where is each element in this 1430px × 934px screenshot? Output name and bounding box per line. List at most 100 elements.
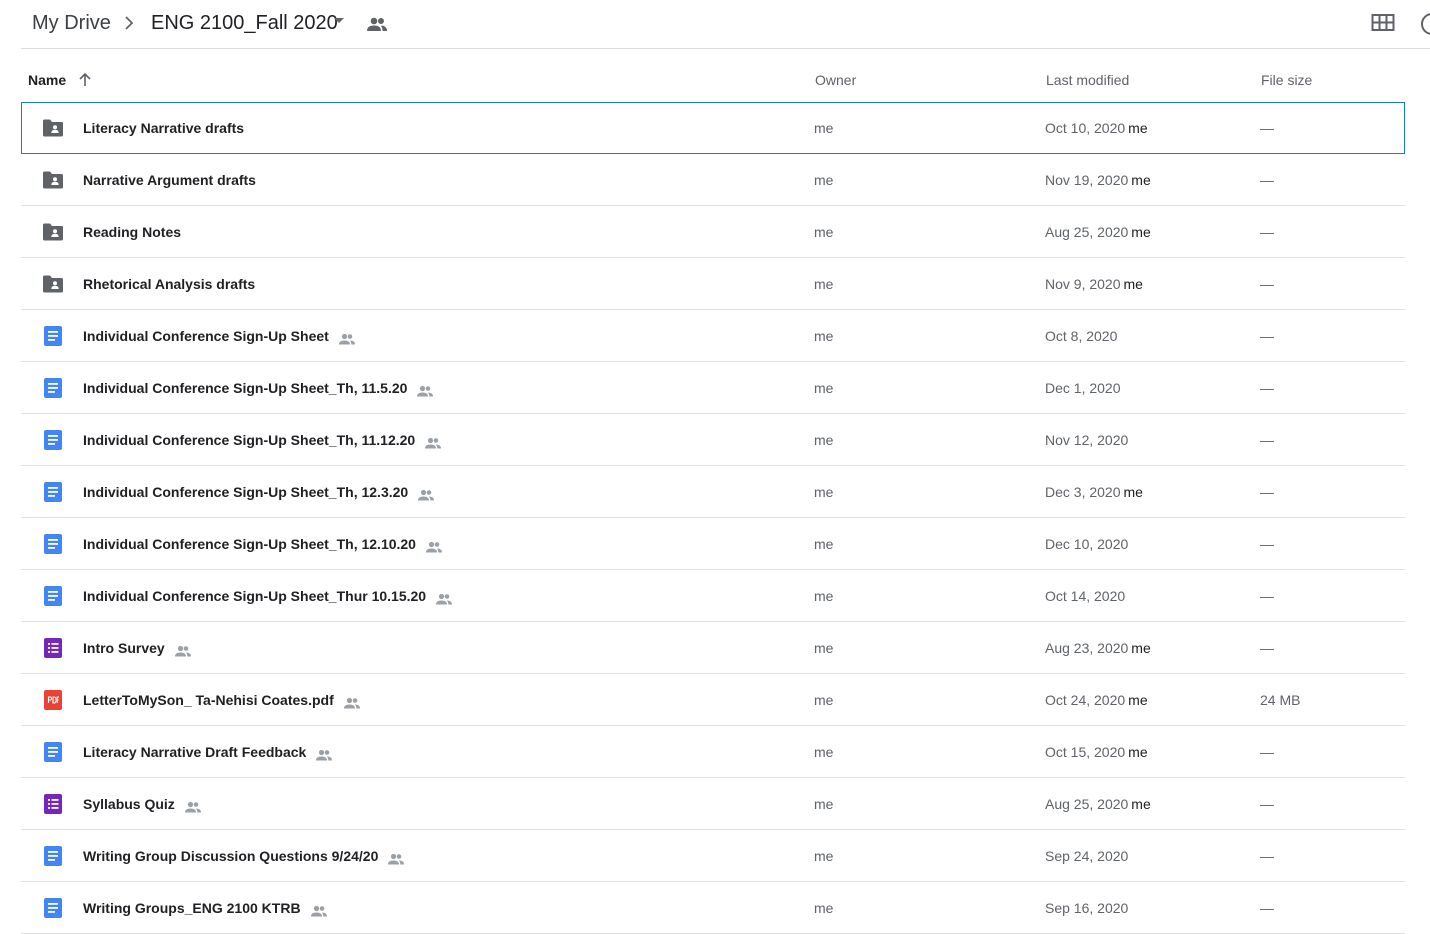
file-name: Narrative Argument drafts — [83, 171, 256, 189]
google-doc-icon — [41, 377, 65, 399]
modified-by: me — [1131, 640, 1151, 656]
file-last-modified: Nov 19, 2020 me — [1045, 171, 1151, 189]
file-row[interactable]: Individual Conference Sign-Up Sheet_Th, … — [21, 414, 1405, 466]
shared-people-icon — [417, 487, 435, 501]
file-owner: me — [814, 120, 834, 136]
file-size: — — [1260, 588, 1274, 604]
shared-people-icon — [425, 539, 443, 553]
file-owner: me — [814, 224, 834, 240]
google-doc-icon — [41, 533, 65, 555]
modified-date: Sep 24, 2020 — [1045, 848, 1129, 864]
info-icon[interactable] — [1420, 12, 1430, 36]
file-name-text: Individual Conference Sign-Up Sheet_Th, … — [83, 432, 416, 448]
modified-by: me — [1128, 120, 1148, 136]
shared-people-icon — [416, 383, 434, 397]
shared-people-icon — [184, 799, 202, 813]
file-name: Individual Conference Sign-Up Sheet_Th, … — [83, 431, 442, 449]
file-row[interactable]: Syllabus Quiz me Aug 25, 2020 me — — [21, 778, 1405, 830]
file-row[interactable]: Individual Conference Sign-Up Sheet_Th, … — [21, 362, 1405, 414]
modified-date: Oct 15, 2020 — [1045, 744, 1126, 760]
file-owner: me — [814, 796, 834, 812]
file-name-text: Individual Conference Sign-Up Sheet_Th, … — [83, 536, 416, 552]
modified-by: me — [1131, 796, 1151, 812]
file-name: Individual Conference Sign-Up Sheet_Th, … — [83, 379, 434, 397]
modified-date: Aug 25, 2020 — [1045, 224, 1129, 240]
file-last-modified: Nov 12, 2020 — [1045, 431, 1128, 449]
file-row[interactable]: Writing Groups_ENG 2100 KTRB me Sep 16, … — [21, 882, 1405, 934]
file-size: — — [1260, 796, 1274, 812]
modified-by: me — [1123, 276, 1143, 292]
file-owner: me — [814, 588, 834, 604]
file-row[interactable]: Narrative Argument drafts me Nov 19, 202… — [21, 154, 1405, 206]
file-owner: me — [814, 172, 834, 188]
file-name: LetterToMySon_ Ta-Nehisi Coates.pdf — [83, 691, 361, 709]
modified-date: Aug 23, 2020 — [1045, 640, 1129, 656]
breadcrumb-my-drive[interactable]: My Drive — [32, 10, 111, 36]
file-owner: me — [814, 900, 834, 916]
column-last-modified[interactable]: Last modified — [1046, 71, 1129, 89]
file-row[interactable]: Rhetorical Analysis drafts me Nov 9, 202… — [21, 258, 1405, 310]
file-size: — — [1260, 744, 1274, 760]
modified-date: Oct 10, 2020 — [1045, 120, 1126, 136]
file-row[interactable]: Individual Conference Sign-Up Sheet_Thur… — [21, 570, 1405, 622]
header-divider — [21, 48, 1430, 49]
file-name-text: Writing Group Discussion Questions 9/24/… — [83, 848, 379, 864]
shared-people-icon — [367, 17, 387, 31]
file-last-modified: Oct 14, 2020 — [1045, 587, 1125, 605]
modified-date: Nov 12, 2020 — [1045, 432, 1129, 448]
file-name: Individual Conference Sign-Up Sheet_Th, … — [83, 535, 443, 553]
top-bar: My Drive ENG 2100_Fall 2020 — [0, 0, 1430, 48]
modified-by: me — [1128, 744, 1148, 760]
file-size: — — [1260, 432, 1274, 448]
file-list: Literacy Narrative drafts me Oct 10, 202… — [21, 102, 1405, 934]
file-size: — — [1260, 120, 1274, 136]
file-name: Individual Conference Sign-Up Sheet — [83, 327, 356, 345]
file-last-modified: Nov 9, 2020 me — [1045, 275, 1143, 293]
file-name: Reading Notes — [83, 223, 181, 241]
file-name-text: Intro Survey — [83, 640, 165, 656]
file-owner: me — [814, 640, 834, 656]
file-row[interactable]: Literacy Narrative drafts me Oct 10, 202… — [21, 102, 1405, 154]
google-doc-icon — [41, 585, 65, 607]
modified-date: Sep 16, 2020 — [1045, 900, 1129, 916]
file-name-text: LetterToMySon_ Ta-Nehisi Coates.pdf — [83, 692, 334, 708]
file-row[interactable]: Literacy Narrative Draft Feedback me Oct… — [21, 726, 1405, 778]
shared-people-icon — [435, 591, 453, 605]
google-doc-icon — [41, 325, 65, 347]
file-last-modified: Dec 1, 2020 — [1045, 379, 1121, 397]
modified-date: Dec 3, 2020 — [1045, 484, 1121, 500]
file-name-text: Narrative Argument drafts — [83, 172, 256, 188]
file-name: Syllabus Quiz — [83, 795, 202, 813]
file-row[interactable]: Reading Notes me Aug 25, 2020 me — — [21, 206, 1405, 258]
folder-shared-icon — [41, 117, 65, 139]
file-row[interactable]: LetterToMySon_ Ta-Nehisi Coates.pdf me O… — [21, 674, 1405, 726]
file-row[interactable]: Writing Group Discussion Questions 9/24/… — [21, 830, 1405, 882]
file-last-modified: Aug 25, 2020 me — [1045, 223, 1151, 241]
shared-people-icon — [387, 851, 405, 865]
breadcrumb-current-folder[interactable]: ENG 2100_Fall 2020 — [151, 10, 338, 36]
file-name: Rhetorical Analysis drafts — [83, 275, 255, 293]
file-name: Individual Conference Sign-Up Sheet_Th, … — [83, 483, 435, 501]
file-name-text: Rhetorical Analysis drafts — [83, 276, 256, 292]
google-doc-icon — [41, 741, 65, 763]
file-row[interactable]: Individual Conference Sign-Up Sheet me O… — [21, 310, 1405, 362]
sort-arrow-up-icon[interactable] — [77, 72, 93, 88]
file-row[interactable]: Individual Conference Sign-Up Sheet_Th, … — [21, 518, 1405, 570]
column-owner[interactable]: Owner — [815, 71, 856, 89]
file-size: — — [1260, 224, 1274, 240]
column-name[interactable]: Name — [28, 71, 66, 89]
file-row[interactable]: Intro Survey me Aug 23, 2020 me — — [21, 622, 1405, 674]
grid-view-icon[interactable] — [1371, 13, 1395, 33]
google-form-icon — [41, 793, 65, 815]
file-size: — — [1260, 484, 1274, 500]
file-name-text: Individual Conference Sign-Up Sheet_Thur… — [83, 588, 427, 604]
column-file-size[interactable]: File size — [1261, 71, 1312, 89]
shared-people-icon — [343, 695, 361, 709]
google-doc-icon — [41, 481, 65, 503]
file-row[interactable]: Individual Conference Sign-Up Sheet_Th, … — [21, 466, 1405, 518]
shared-people-icon — [338, 331, 356, 345]
file-name-text: Individual Conference Sign-Up Sheet_Th, … — [83, 380, 408, 396]
file-name-text: Literacy Narrative drafts — [83, 120, 245, 136]
file-last-modified: Aug 25, 2020 me — [1045, 795, 1151, 813]
caret-down-icon[interactable] — [334, 18, 344, 23]
